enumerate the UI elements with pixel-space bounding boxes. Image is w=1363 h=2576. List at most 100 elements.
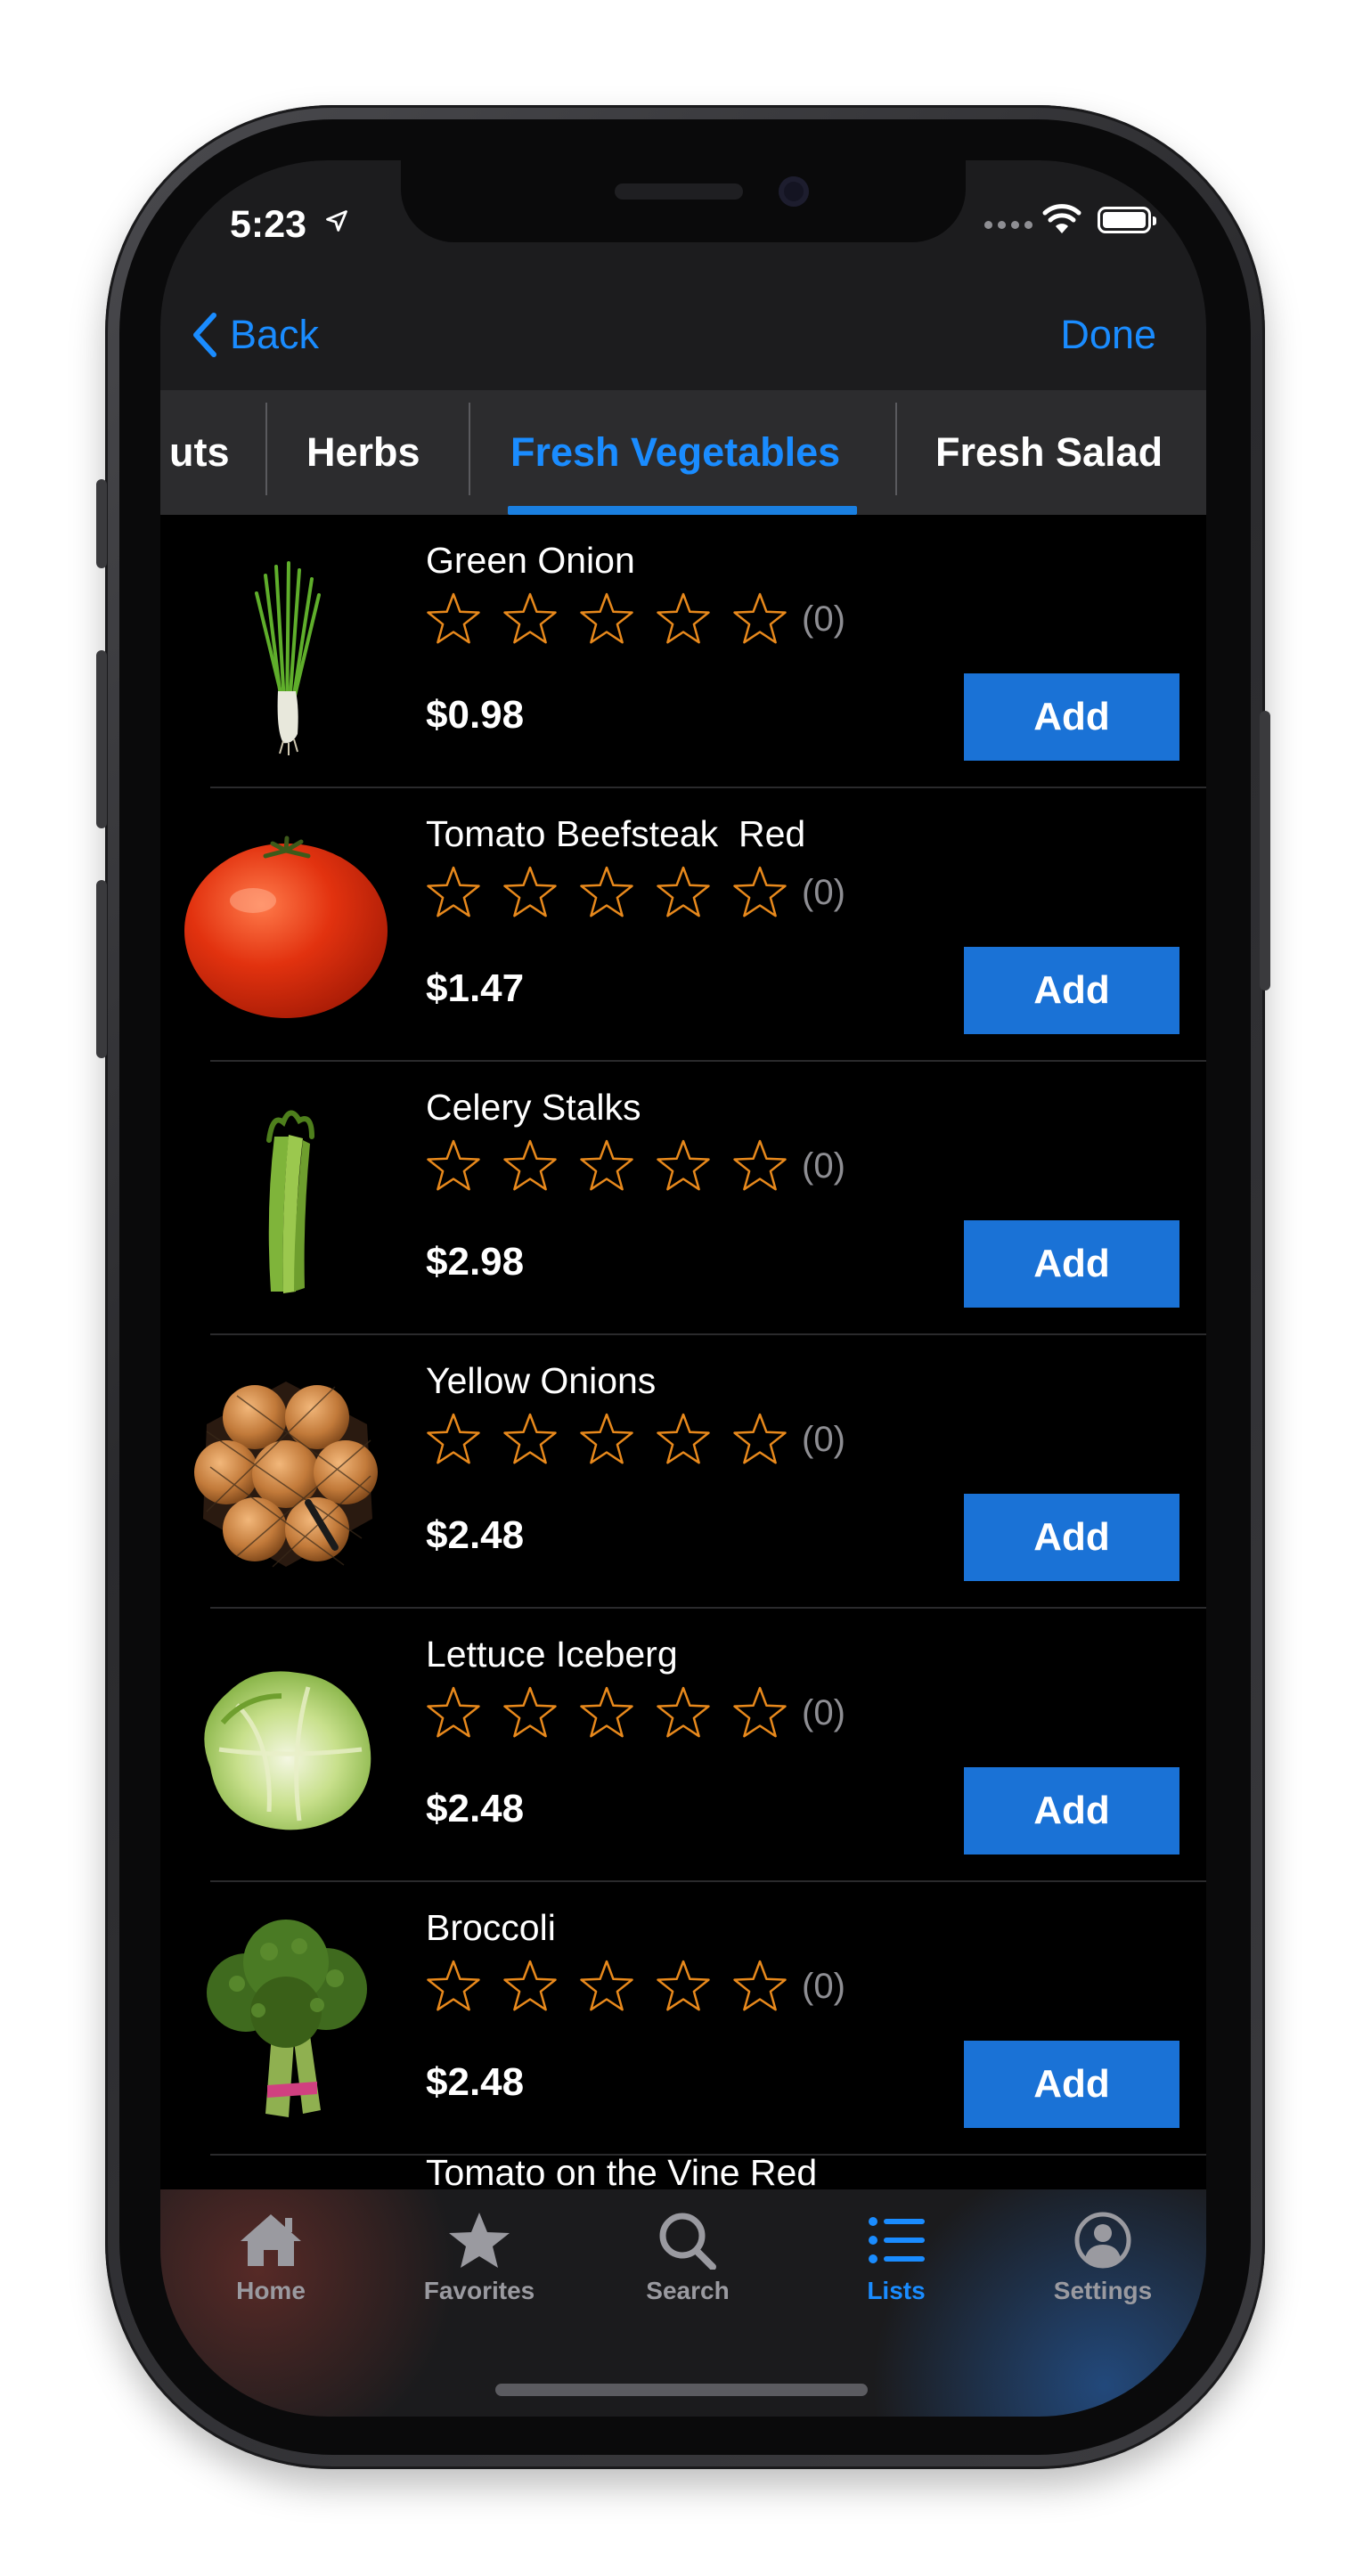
tab-bar-label: Search xyxy=(646,2277,730,2304)
tab-bar-item-lists[interactable]: Lists xyxy=(807,2211,985,2305)
star-outline-icon xyxy=(657,1139,710,1191)
star-icon xyxy=(449,2213,510,2268)
wifi-icon xyxy=(1042,204,1081,233)
product-price: $2.48 xyxy=(426,2060,525,2104)
product-price: $0.98 xyxy=(426,693,525,737)
star-outline-icon xyxy=(657,866,710,917)
broccoli-image xyxy=(207,1920,367,2117)
list-icon xyxy=(869,2217,925,2263)
active-tab-indicator xyxy=(508,506,857,515)
rating-count: (0) xyxy=(802,1419,845,1459)
power-button xyxy=(1260,711,1270,990)
tab-bar-item-settings[interactable]: Settings xyxy=(1014,2211,1192,2305)
product-row: Tomato Beefsteak Red (0) $1.47 Add xyxy=(160,788,1206,1062)
star-rating[interactable]: (0) xyxy=(424,1412,845,1467)
tab-nuts[interactable]: uts xyxy=(169,390,230,515)
star-outline-icon xyxy=(657,1686,710,1738)
product-price: $2.48 xyxy=(426,1513,525,1557)
add-button[interactable]: Add xyxy=(964,2041,1179,2128)
tab-divider xyxy=(265,403,267,495)
magnifier-icon xyxy=(659,2213,716,2270)
tab-bar-item-home[interactable]: Home xyxy=(182,2211,360,2305)
star-outline-icon xyxy=(427,1960,480,2011)
tab-fresh-salad[interactable]: Fresh Salad xyxy=(935,390,1163,515)
star-rating[interactable]: (0) xyxy=(424,1685,845,1740)
product-price: $2.48 xyxy=(426,1787,525,1830)
home-indicator[interactable] xyxy=(495,2384,868,2396)
back-button[interactable]: Back xyxy=(191,312,319,358)
star-outline-icon xyxy=(427,1686,480,1738)
tab-bar-label: Lists xyxy=(867,2277,926,2304)
tab-bar-item-favorites[interactable]: Favorites xyxy=(390,2211,568,2305)
star-outline-icon xyxy=(580,1139,633,1191)
star-outline-icon xyxy=(503,1139,557,1191)
star-outline-icon xyxy=(580,1413,633,1464)
add-button[interactable]: Add xyxy=(964,1767,1179,1855)
done-button[interactable]: Done xyxy=(1060,312,1156,358)
front-camera xyxy=(779,176,809,207)
star-rating[interactable]: (0) xyxy=(424,1959,845,2014)
star-outline-icon xyxy=(427,866,480,917)
star-outline-icon xyxy=(580,1686,633,1738)
rating-count: (0) xyxy=(802,1692,845,1732)
star-outline-icon xyxy=(733,1686,787,1738)
add-button[interactable]: Add xyxy=(964,673,1179,761)
star-rating[interactable]: (0) xyxy=(424,591,845,647)
earpiece-speaker xyxy=(615,183,743,200)
star-outline-icon xyxy=(657,1960,710,2011)
volume-down-button xyxy=(96,880,107,1058)
silent-switch xyxy=(96,479,107,568)
star-outline-icon xyxy=(427,592,480,644)
star-outline-icon xyxy=(733,592,787,644)
person-circle-icon xyxy=(1074,2212,1131,2269)
rating-count: (0) xyxy=(802,872,845,912)
add-button[interactable]: Add xyxy=(964,1494,1179,1581)
star-outline-icon xyxy=(733,1960,787,2011)
status-bar: 5:23 xyxy=(160,160,1206,267)
tab-fresh-vegetables[interactable]: Fresh Vegetables xyxy=(510,390,840,515)
house-icon xyxy=(241,2214,301,2266)
tab-bar-item-search[interactable]: Search xyxy=(599,2211,777,2305)
tomato-image xyxy=(184,836,388,1018)
star-outline-icon xyxy=(733,866,787,917)
category-tabs: uts Herbs Fresh Vegetables Fresh Salad xyxy=(160,390,1206,515)
star-rating[interactable]: (0) xyxy=(424,865,845,920)
product-row: Green Onion (0) $0.98 Add xyxy=(160,515,1206,788)
star-rating[interactable]: (0) xyxy=(424,1138,845,1194)
status-time: 5:23 xyxy=(230,203,307,246)
notch xyxy=(401,160,966,242)
product-name: Yellow Onions xyxy=(426,1360,657,1401)
yellow-onions-image xyxy=(194,1382,378,1568)
product-list[interactable]: Green Onion (0) $0.98 Add Tomato Beefste… xyxy=(160,515,1206,2189)
rating-count: (0) xyxy=(802,599,845,639)
tab-bar-label: Favorites xyxy=(423,2277,535,2304)
product-name: Celery Stalks xyxy=(426,1087,641,1128)
tab-divider xyxy=(895,403,897,495)
tab-bar: Home Favorites Search Lists Settings xyxy=(160,2189,1206,2417)
battery-icon xyxy=(1098,207,1156,233)
tab-bar-label: Home xyxy=(236,2277,306,2304)
star-outline-icon xyxy=(427,1413,480,1464)
product-price: $1.47 xyxy=(426,966,525,1010)
star-outline-icon xyxy=(580,592,633,644)
celery-image xyxy=(266,1110,314,1293)
star-outline-icon xyxy=(580,1960,633,2011)
star-outline-icon xyxy=(503,1960,557,2011)
star-outline-icon xyxy=(733,1413,787,1464)
star-outline-icon xyxy=(657,1413,710,1464)
cellular-signal-icon xyxy=(984,221,1032,229)
product-row: Lettuce Iceberg (0) $2.48 Add xyxy=(160,1609,1206,1882)
add-button[interactable]: Add xyxy=(964,947,1179,1034)
tab-bar-label: Settings xyxy=(1053,2277,1153,2304)
product-price: $2.98 xyxy=(426,1240,525,1284)
product-name: Tomato on the Vine Red xyxy=(426,2152,818,2189)
tab-herbs[interactable]: Herbs xyxy=(306,390,420,515)
location-arrow-icon xyxy=(326,210,347,232)
product-name: Green Onion xyxy=(426,540,635,581)
star-outline-icon xyxy=(503,1686,557,1738)
tab-divider xyxy=(469,403,470,495)
star-outline-icon xyxy=(427,1139,480,1191)
app-screen: 5:23 Back Done uts Herbs Fresh Vegetable… xyxy=(160,160,1206,2417)
add-button[interactable]: Add xyxy=(964,1220,1179,1308)
green-onion-image xyxy=(255,561,321,755)
